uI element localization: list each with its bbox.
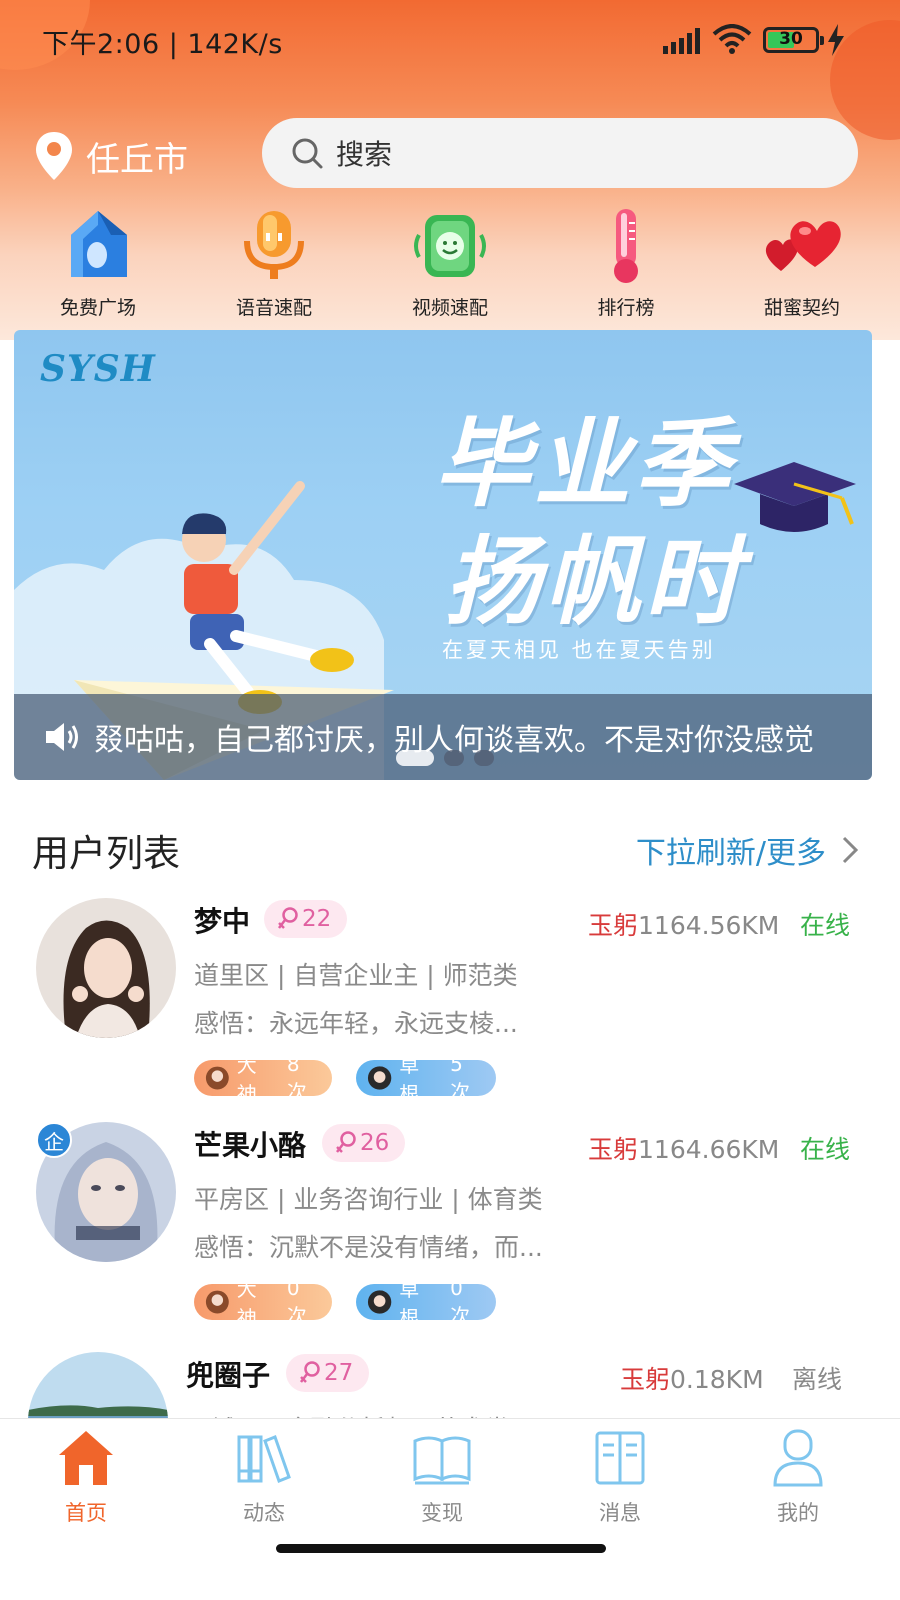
nav-home[interactable]: 首页 [26, 1427, 146, 1527]
carousel-dot[interactable] [474, 750, 494, 766]
document-icon [595, 1431, 645, 1485]
category-leaderboard[interactable]: 排行榜 [538, 205, 714, 325]
carousel-dots [396, 750, 494, 766]
category-free-square[interactable]: 免费广场 [10, 205, 186, 325]
carousel-dot[interactable] [396, 750, 434, 766]
location-selector[interactable]: 任丘市 [34, 128, 188, 184]
house-icon [71, 211, 127, 277]
microphone-icon [244, 211, 304, 279]
category-voice-match[interactable]: 语音速配 [186, 205, 362, 325]
nav-monetize[interactable]: 变现 [382, 1427, 502, 1527]
category-sweet-contract[interactable]: 甜蜜契约 [714, 205, 890, 325]
age-badge: 26 [322, 1124, 406, 1162]
open-book-icon [413, 1436, 471, 1485]
online-status: 在线 [799, 911, 850, 940]
female-icon [336, 1131, 356, 1153]
user-list-item[interactable]: 企 芒果小酪 26 玉躬1164.66KM 在线 平房区 | 业务咨询行业 | … [0, 1122, 900, 1337]
carousel-dot[interactable] [444, 750, 464, 766]
chevron-right-icon [842, 836, 859, 864]
user-name: 芒果小酪 [194, 1129, 307, 1162]
user-info: 道里区 | 自营企业主 | 师范类 [194, 961, 518, 990]
bottom-navigation: 首页 动态 变现 消息 我的 [0, 1418, 900, 1600]
female-icon [300, 1361, 320, 1383]
search-icon [292, 138, 323, 169]
offline-status: 离线 [791, 1365, 842, 1394]
hearts-icon [765, 221, 841, 271]
grassroots-avatar-icon [367, 1066, 392, 1090]
enterprise-badge: 企 [36, 1122, 72, 1158]
search-placeholder: 搜索 [336, 138, 393, 171]
user-icon [773, 1429, 823, 1487]
home-icon [59, 1431, 113, 1485]
speaker-icon [46, 723, 78, 751]
refresh-more-link[interactable]: 下拉刷新/更多 [636, 828, 860, 872]
announcement-ticker[interactable]: 叕咕咕，自己都讨厌，别人何谈喜欢。不是对你没感觉 [14, 694, 872, 780]
distance: 玉躬1164.56KM [588, 911, 780, 940]
banner-title-line2: 扬帆时 [444, 526, 744, 638]
user-avatar[interactable] [28, 1352, 168, 1418]
user-info: 平房区 | 业务咨询行业 | 体育类 [194, 1185, 543, 1214]
nav-feed[interactable]: 动态 [204, 1427, 324, 1527]
status-time: 下午2:06 | 142K/s [42, 29, 283, 60]
user-quote: 感悟：沉默不是没有情绪，而... [194, 1233, 543, 1262]
location-pin-icon [36, 132, 72, 180]
city-name: 任丘市 [86, 139, 188, 180]
user-avatar[interactable] [36, 898, 176, 1038]
graduation-cap-icon [734, 462, 856, 532]
nav-profile[interactable]: 我的 [738, 1427, 858, 1527]
video-chat-icon [414, 215, 486, 277]
battery-level: 30 [779, 29, 803, 49]
category-bar: 免费广场 语音速配 视频速配 排行榜 甜蜜契约 [10, 205, 890, 325]
user-info: 双城区 | 金融分析师 | 艺术类 [186, 1410, 510, 1418]
female-icon [278, 907, 298, 929]
status-bar: 下午2:06 | 142K/s 30 [0, 0, 900, 80]
user-list-item[interactable]: 梦中 22 玉躬1164.56KM 在线 道里区 | 自营企业主 | 师范类 感… [0, 898, 900, 1113]
master-avatar-icon [205, 1066, 229, 1090]
charging-icon [828, 24, 844, 56]
master-tag: 大神 8次 [194, 1052, 332, 1106]
user-name: 梦中 [194, 905, 251, 938]
category-video-match[interactable]: 视频速配 [362, 205, 538, 325]
search-input[interactable]: 搜索 [262, 118, 858, 188]
signal-icon [663, 28, 700, 54]
distance: 玉躬0.18KM [620, 1365, 764, 1394]
grassroots-avatar-icon [367, 1290, 392, 1314]
wifi-icon [712, 24, 752, 54]
user-name: 兜圈子 [186, 1359, 271, 1392]
promo-banner[interactable]: SYSH 毕业季 扬帆时 在夏天相见 也在夏天告别 叕咕咕，自己都讨厌，别人何谈… [14, 330, 872, 780]
banner-logo: SYSH [40, 348, 156, 390]
books-icon [237, 1435, 291, 1483]
age-badge: 22 [264, 900, 348, 938]
user-quote: 感悟：永远年轻，永远支棱... [194, 1009, 518, 1038]
battery-icon: 30 [763, 27, 824, 53]
age-badge: 27 [286, 1354, 370, 1392]
master-tag: 大神 0次 [194, 1276, 332, 1330]
online-status: 在线 [799, 1135, 850, 1164]
thermometer-icon [614, 209, 638, 283]
user-list-item[interactable]: 兜圈子 27 玉躬0.18KM 离线 双城区 | 金融分析师 | 艺术类 [0, 1352, 900, 1418]
banner-subtitle: 在夏天相见 也在夏天告别 [442, 638, 716, 662]
section-title: 用户列表 [32, 832, 180, 875]
distance: 玉躬1164.66KM [588, 1135, 780, 1164]
nav-messages[interactable]: 消息 [560, 1427, 680, 1527]
master-avatar-icon [205, 1290, 229, 1314]
grassroots-tag: 草根 0次 [356, 1276, 496, 1330]
grassroots-tag: 草根 5次 [356, 1052, 496, 1106]
more-text: 下拉刷新/更多 [635, 836, 826, 871]
home-indicator[interactable] [276, 1544, 606, 1553]
